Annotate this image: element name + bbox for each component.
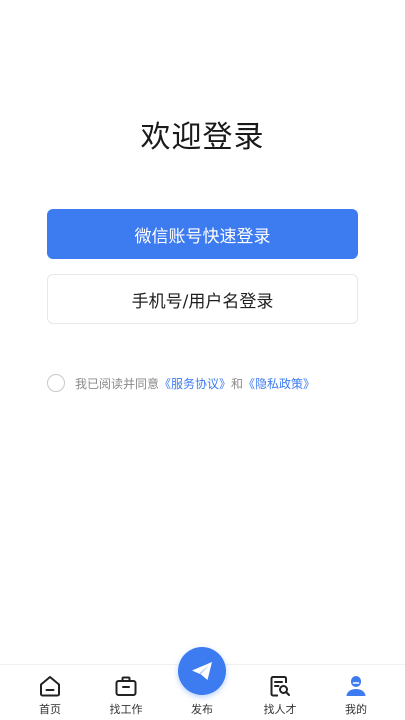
tab-talent[interactable]: 找人才 [250,673,310,717]
agreement-prefix: 我已阅读并同意 [75,376,160,391]
tab-home[interactable]: 首页 [20,673,80,717]
briefcase-icon [115,676,137,696]
publish-button[interactable] [178,647,226,695]
paper-plane-icon [192,662,212,680]
privacy-policy-link[interactable]: 《隐私政策》 [243,375,315,392]
phone-login-button[interactable]: 手机号/用户名登录 [47,274,358,324]
wechat-login-button[interactable]: 微信账号快速登录 [47,209,358,259]
agreement-conjunction: 和 [231,376,244,391]
tab-mine-label: 我的 [345,703,367,716]
agreement-row: 我已阅读并同意 《服务协议》 和 《隐私政策》 [47,372,315,394]
tab-jobs[interactable]: 找工作 [96,673,156,717]
document-search-icon [270,676,290,697]
bottom-tab-bar: 首页 找工作 发布 找人才 我的 [0,647,405,720]
tab-jobs-label: 找工作 [109,703,143,716]
page-title: 欢迎登录 [140,120,265,155]
tab-talent-label: 找人才 [263,703,297,716]
tab-mine[interactable]: 我的 [326,673,386,717]
home-icon [40,676,60,697]
service-agreement-link[interactable]: 《服务协议》 [159,375,231,392]
tab-home-label: 首页 [39,703,61,716]
agreement-checkbox[interactable] [47,374,65,392]
tab-publish-label: 发布 [191,703,213,716]
user-icon [346,676,366,696]
